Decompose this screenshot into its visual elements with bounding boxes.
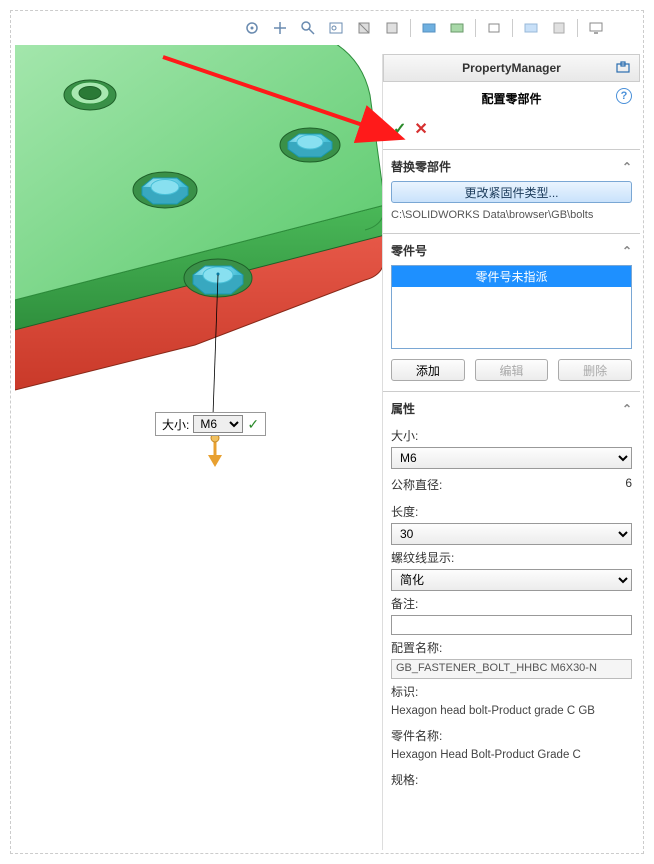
partnum-listbox[interactable]: 零件号未指派	[391, 265, 632, 349]
comment-input[interactable]	[391, 615, 632, 635]
wireframe-icon[interactable]	[482, 16, 506, 40]
cancel-icon[interactable]: ✕	[414, 119, 427, 139]
change-fastener-button[interactable]: 更改紧固件类型...	[391, 181, 632, 203]
collapse-icon[interactable]: ⌃	[622, 402, 632, 416]
shaded-icon[interactable]	[417, 16, 441, 40]
replace-header[interactable]: 替换零部件 ⌃	[391, 156, 632, 181]
size-select[interactable]: M6	[391, 447, 632, 469]
callout-size-select[interactable]: M6	[193, 415, 243, 433]
zoom-fit-icon[interactable]	[324, 16, 348, 40]
nominal-label: 公称直径:	[391, 472, 442, 496]
spec-label: 规格:	[391, 767, 632, 791]
partname-value: Hexagon Head Bolt-Product Grade C	[391, 747, 632, 767]
callout-confirm-icon[interactable]: ✓	[243, 416, 263, 433]
section-icon[interactable]	[352, 16, 376, 40]
replace-section: 替换零部件 ⌃ 更改紧固件类型... C:\SOLIDWORKS Data\br…	[383, 149, 640, 233]
help-icon[interactable]: ?	[616, 88, 632, 104]
add-button[interactable]: 添加	[391, 359, 465, 381]
callout-label: 大小:	[158, 416, 193, 433]
property-manager-panel: PropertyManager 配置零部件 ? ✓ ✕ 替换零部件 ⌃ 更改紧固…	[382, 54, 640, 850]
pm-subtitle: 配置零部件 ?	[383, 82, 640, 115]
size-callout: 大小: M6 ✓	[155, 412, 266, 436]
config-label: 配置名称:	[391, 635, 632, 659]
thread-label: 螺纹线显示:	[391, 545, 632, 569]
props-section: 属性 ⌃ 大小: M6 公称直径: 6 长度: 30 螺纹线显示: 简化 备注:…	[383, 391, 640, 801]
display-style-icon[interactable]	[380, 16, 404, 40]
config-value: GB_FASTENER_BOLT_HHBC M6X30-N	[391, 659, 632, 679]
pin-icon[interactable]	[613, 58, 633, 78]
nominal-value: 6	[625, 472, 632, 496]
partname-label: 零件名称:	[391, 723, 632, 747]
zoom-icon[interactable]	[296, 16, 320, 40]
pan-icon[interactable]	[268, 16, 292, 40]
comment-label: 备注:	[391, 591, 632, 615]
delete-button[interactable]: 删除	[558, 359, 632, 381]
length-select[interactable]: 30	[391, 523, 632, 545]
length-label: 长度:	[391, 499, 632, 523]
collapse-icon[interactable]: ⌃	[622, 244, 632, 258]
partnum-list-item[interactable]: 零件号未指派	[392, 266, 631, 287]
mark-value: Hexagon head bolt-Product grade C GB	[391, 703, 632, 723]
edit-button[interactable]: 编辑	[475, 359, 549, 381]
ok-icon[interactable]: ✓	[393, 119, 406, 139]
orbit-icon[interactable]	[240, 16, 264, 40]
hidden-lines-icon[interactable]	[445, 16, 469, 40]
screen-icon[interactable]	[584, 16, 608, 40]
pm-titlebar: PropertyManager	[383, 54, 640, 82]
size-label: 大小:	[391, 423, 632, 447]
collapse-icon[interactable]: ⌃	[622, 160, 632, 174]
pm-title: PropertyManager	[410, 61, 613, 75]
thread-select[interactable]: 简化	[391, 569, 632, 591]
mark-label: 标识:	[391, 679, 632, 703]
shadow-icon[interactable]	[519, 16, 543, 40]
3d-viewport[interactable]	[15, 45, 395, 545]
partnum-header[interactable]: 零件号 ⌃	[391, 240, 632, 265]
fastener-path: C:\SOLIDWORKS Data\browser\GB\bolts	[391, 207, 632, 223]
scene-icon[interactable]	[547, 16, 571, 40]
pm-action-row: ✓ ✕	[383, 115, 640, 149]
view-toolbar	[240, 16, 608, 40]
partnum-section: 零件号 ⌃ 零件号未指派 添加 编辑 删除	[383, 233, 640, 391]
props-header[interactable]: 属性 ⌃	[391, 398, 632, 423]
